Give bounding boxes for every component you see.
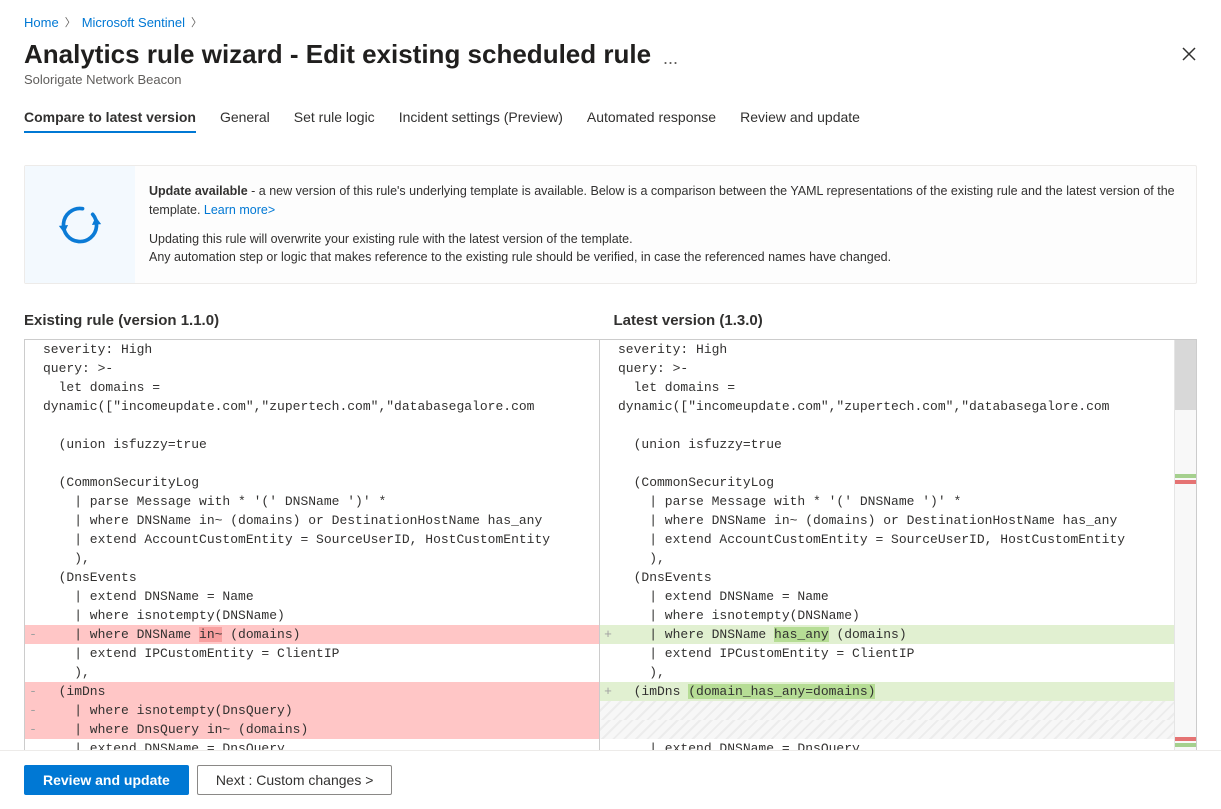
- diff-line: severity: High: [25, 340, 599, 359]
- banner-body-3: Any automation step or logic that makes …: [149, 248, 1176, 267]
- diff-line: | parse Message with * '(' DNSName ')' *: [600, 492, 1174, 511]
- banner-body-1: - a new version of this rule's underlyin…: [149, 184, 1175, 217]
- diff-line: ),: [25, 549, 599, 568]
- diff-line: | extend DNSName = Name: [25, 587, 599, 606]
- diff-line: | where DNSName in~ (domains) or Destina…: [600, 511, 1174, 530]
- next-button[interactable]: Next : Custom changes >: [197, 765, 393, 795]
- breadcrumb: Home 〉 Microsoft Sentinel 〉: [24, 14, 1197, 30]
- diff-line: | extend DNSName = DnsQuery: [25, 739, 599, 750]
- diff-line: query: >-: [600, 359, 1174, 378]
- tab-review-and-update[interactable]: Review and update: [740, 103, 860, 133]
- diff-line: | extend AccountCustomEntity = SourceUse…: [25, 530, 599, 549]
- diff-line: (union isfuzzy=true: [600, 435, 1174, 454]
- diff-line: (union isfuzzy=true: [25, 435, 599, 454]
- diff-line: | where isnotempty(DNSName): [600, 606, 1174, 625]
- diff-line: | extend IPCustomEntity = ClientIP: [600, 644, 1174, 663]
- diff-line: let domains =: [600, 378, 1174, 397]
- diff-line: | where DNSName has_any (domains): [600, 625, 1174, 644]
- diff-line: (DnsEvents: [25, 568, 599, 587]
- chevron-right-icon: 〉: [65, 14, 76, 30]
- diff-line: | extend IPCustomEntity = ClientIP: [25, 644, 599, 663]
- breadcrumb-home[interactable]: Home: [24, 15, 59, 30]
- tab-incident-settings-preview-[interactable]: Incident settings (Preview): [399, 103, 563, 133]
- diff-line: dynamic(["incomeupdate.com","zupertech.c…: [600, 397, 1174, 416]
- diff-line: let domains =: [25, 378, 599, 397]
- diff-line: (CommonSecurityLog: [600, 473, 1174, 492]
- refresh-icon: [25, 166, 135, 283]
- diff-line: [25, 416, 599, 435]
- diff-line: dynamic(["incomeupdate.com","zupertech.c…: [25, 397, 599, 416]
- tab-automated-response[interactable]: Automated response: [587, 103, 716, 133]
- diff-line: (DnsEvents: [600, 568, 1174, 587]
- diff-line: | extend DNSName = DnsQuery: [600, 739, 1174, 750]
- diff-line: | where isnotempty(DnsQuery): [25, 701, 599, 720]
- diff-line: | parse Message with * '(' DNSName ')' *: [25, 492, 599, 511]
- diff-right-title: Latest version (1.3.0): [608, 312, 1198, 329]
- diff-line: | where isnotempty(DNSName): [25, 606, 599, 625]
- tab-bar: Compare to latest version General Set rule…: [24, 103, 1197, 133]
- diff-line: (imDns: [25, 682, 599, 701]
- update-banner: Update available - a new version of this…: [24, 165, 1197, 284]
- tab-general[interactable]: General: [220, 103, 270, 133]
- tab-set-rule-logic[interactable]: Set rule logic: [294, 103, 375, 133]
- diff-line: (CommonSecurityLog: [25, 473, 599, 492]
- banner-lead: Update available: [149, 184, 248, 198]
- diff-line: ),: [25, 663, 599, 682]
- banner-body-2: Updating this rule will overwrite your e…: [149, 230, 1176, 249]
- more-icon[interactable]: ...: [655, 48, 686, 68]
- close-button[interactable]: [1173, 38, 1205, 70]
- page-title: Analytics rule wizard - Edit existing sc…: [24, 39, 651, 69]
- minimap[interactable]: [1174, 340, 1196, 750]
- diff-line: [600, 720, 1174, 739]
- diff-left-title: Existing rule (version 1.1.0): [24, 312, 608, 329]
- close-icon: [1182, 47, 1196, 61]
- tab-compare-to-latest-version[interactable]: Compare to latest version: [24, 103, 196, 133]
- subtitle: Solorigate Network Beacon: [24, 72, 1197, 87]
- diff-line: [600, 701, 1174, 720]
- learn-more-link[interactable]: Learn more>: [204, 203, 275, 217]
- chevron-right-icon: 〉: [191, 14, 202, 30]
- diff-line: (imDns (domain_has_any=domains): [600, 682, 1174, 701]
- diff-line: | where DnsQuery in~ (domains): [25, 720, 599, 739]
- diff-line: | where DNSName in~ (domains): [25, 625, 599, 644]
- diff-line: [25, 454, 599, 473]
- diff-line: query: >-: [25, 359, 599, 378]
- diff-line: [600, 454, 1174, 473]
- footer-bar: Review and update Next : Custom changes …: [0, 750, 1221, 809]
- diff-line: | extend AccountCustomEntity = SourceUse…: [600, 530, 1174, 549]
- breadcrumb-sentinel[interactable]: Microsoft Sentinel: [82, 15, 185, 30]
- diff-view[interactable]: severity: Highquery: >- let domains =dyn…: [24, 339, 1197, 750]
- diff-line: [600, 416, 1174, 435]
- diff-line: ),: [600, 549, 1174, 568]
- review-update-button[interactable]: Review and update: [24, 765, 189, 795]
- diff-line: severity: High: [600, 340, 1174, 359]
- diff-line: ),: [600, 663, 1174, 682]
- diff-line: | extend DNSName = Name: [600, 587, 1174, 606]
- diff-line: | where DNSName in~ (domains) or Destina…: [25, 511, 599, 530]
